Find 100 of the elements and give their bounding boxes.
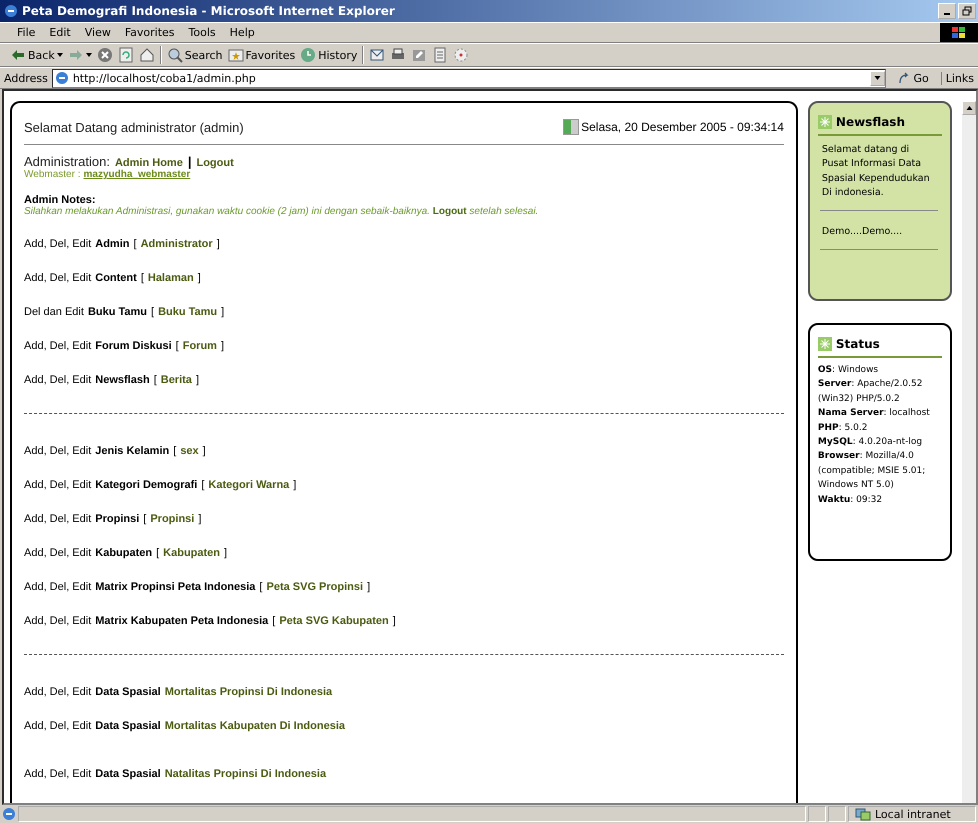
section-link[interactable]: Peta SVG Propinsi: [266, 581, 364, 593]
bracket-text: ]: [224, 547, 228, 559]
messenger-button[interactable]: [453, 47, 470, 63]
caret-icon: [86, 53, 92, 57]
status-line: PHP: 5.0.2: [818, 422, 868, 435]
refresh-icon: [118, 47, 134, 63]
nav-link[interactable]: Admin Home: [114, 157, 183, 169]
restore-icon: [962, 6, 972, 16]
section-name: Kategori Demografi: [95, 479, 198, 491]
bracket-text: [: [134, 238, 137, 250]
bracket-text: [: [259, 581, 262, 593]
home-icon: [138, 47, 155, 63]
menu-item[interactable]: Favorites: [118, 26, 182, 39]
pencil-icon: [411, 47, 428, 63]
dotted-circle-icon: [453, 47, 470, 63]
snowflake-icon: [818, 337, 832, 351]
bracket-text: [: [272, 615, 276, 627]
section-name: Buku Tamu: [88, 306, 148, 318]
section-name: Data Spasial: [95, 720, 161, 732]
scrollbar[interactable]: [962, 101, 976, 803]
section-name: Content: [95, 272, 137, 284]
section-link[interactable]: Peta SVG Kabupaten: [279, 615, 389, 627]
action-text: Add, Del, Edit: [24, 720, 92, 732]
section-name: Data Spasial: [95, 686, 161, 698]
go-button[interactable]: Go: [890, 72, 937, 84]
section-link[interactable]: Berita: [160, 374, 192, 386]
globe-icon: [4, 4, 18, 18]
refresh-button[interactable]: [118, 47, 134, 63]
section-link[interactable]: Administrator: [140, 238, 213, 250]
bracket-text: [: [143, 513, 146, 525]
section-link[interactable]: Kabupaten: [163, 547, 220, 559]
action-text: Add, Del, Edit: [24, 272, 92, 284]
bracket-text: ]: [367, 581, 370, 593]
notes-text: Silahkan melakukan Administrasi, gunakan waktu cookie (2 jam) ini dengan sebaik-baiknya. Logout setelah selesai.: [24, 206, 540, 217]
bracket-text: ]: [198, 272, 201, 284]
action-text: Add, Del, Edit: [24, 374, 92, 386]
section-name: Forum Diskusi: [95, 340, 172, 352]
minimize-button[interactable]: [938, 3, 956, 19]
address-field[interactable]: http://localhost/coba1/admin.php: [52, 68, 886, 88]
menu-item[interactable]: Help: [222, 26, 262, 39]
edit-button[interactable]: [411, 47, 428, 63]
section-link[interactable]: Mortalitas Kabupaten Di Indonesia: [164, 720, 345, 732]
search-icon: [166, 47, 183, 63]
menu-item[interactable]: Edit: [42, 26, 78, 39]
bracket-text: [: [154, 374, 157, 386]
section-link[interactable]: sex: [180, 445, 199, 457]
address-label: Address: [4, 72, 48, 84]
menu-item[interactable]: Tools: [182, 26, 223, 39]
mail-button[interactable]: [369, 47, 386, 63]
star-folder-icon: [228, 47, 244, 63]
dropdown-button[interactable]: [870, 70, 886, 86]
status-line: MySQL: 4.0.20a-nt-log: [818, 436, 924, 449]
stop-button[interactable]: [96, 47, 113, 63]
notes-title: Admin Notes:: [24, 194, 96, 206]
action-text: Add, Del, Edit: [24, 581, 92, 593]
scroll-up-button[interactable]: [962, 101, 976, 115]
search-button[interactable]: Search: [166, 47, 223, 63]
bracket-text: [: [176, 340, 179, 352]
section-link[interactable]: Mortalitas Propinsi Di Indonesia: [164, 686, 332, 698]
bracket-text: [: [156, 547, 160, 559]
section-link[interactable]: Halaman: [148, 272, 194, 284]
globe-icon: [54, 71, 69, 85]
bracket-text: [: [201, 479, 204, 491]
action-text: Add, Del, Edit: [24, 479, 92, 491]
bracket-text: ]: [220, 340, 224, 352]
restore-button[interactable]: [958, 3, 976, 19]
action-text: Add, Del, Edit: [24, 686, 92, 698]
section-link[interactable]: Kategori Warna: [208, 479, 290, 491]
menu-item[interactable]: File: [10, 26, 42, 39]
bracket-text: [: [173, 445, 176, 457]
home-button[interactable]: [138, 47, 155, 63]
section-name: Kabupaten: [95, 547, 152, 559]
administration-label: Administration:: [24, 154, 110, 169]
action-text: Del dan Edit: [24, 306, 84, 318]
bracket-text: ]: [196, 374, 199, 386]
nav-link[interactable]: Logout: [196, 157, 234, 169]
history-button[interactable]: History: [300, 47, 358, 63]
globe-icon: [2, 807, 16, 821]
section-name: Data Spasial: [95, 768, 161, 780]
discuss-button[interactable]: [432, 47, 448, 63]
section-link[interactable]: Propinsi: [150, 513, 194, 525]
back-button[interactable]: Back: [10, 47, 63, 63]
stop-icon: [96, 47, 113, 63]
bracket-text: ]: [202, 445, 206, 457]
section-link[interactable]: Buku Tamu: [158, 306, 218, 318]
section-link[interactable]: Forum: [182, 340, 217, 352]
greeting-heading: Selamat Datang administrator (admin): [24, 120, 245, 134]
section-link[interactable]: Natalitas Propinsi Di Indonesia: [164, 768, 326, 780]
right-arrow-icon: [68, 47, 84, 63]
bracket-text: ]: [392, 615, 396, 627]
window-title: Peta Demografi Indonesia - Microsoft Internet Explorer: [22, 4, 396, 18]
status-line: Browser: Mozilla/4.0 (compatible; MSIE 5.01; Windows NT 5.0): [818, 450, 926, 492]
news-item: Selamat datang di Pusat Informasi Data Spasial Kependudukan Di indonesia.: [820, 141, 938, 211]
webmaster-link[interactable]: mazyudha_webmaster: [84, 169, 190, 180]
status-line: Waktu: 09:32: [818, 494, 884, 507]
section-name: Admin: [95, 238, 130, 250]
menu-item[interactable]: View: [78, 26, 118, 39]
links-button[interactable]: Links: [940, 72, 978, 84]
favorites-button[interactable]: Favorites: [228, 47, 296, 63]
forward-button[interactable]: [68, 47, 92, 63]
